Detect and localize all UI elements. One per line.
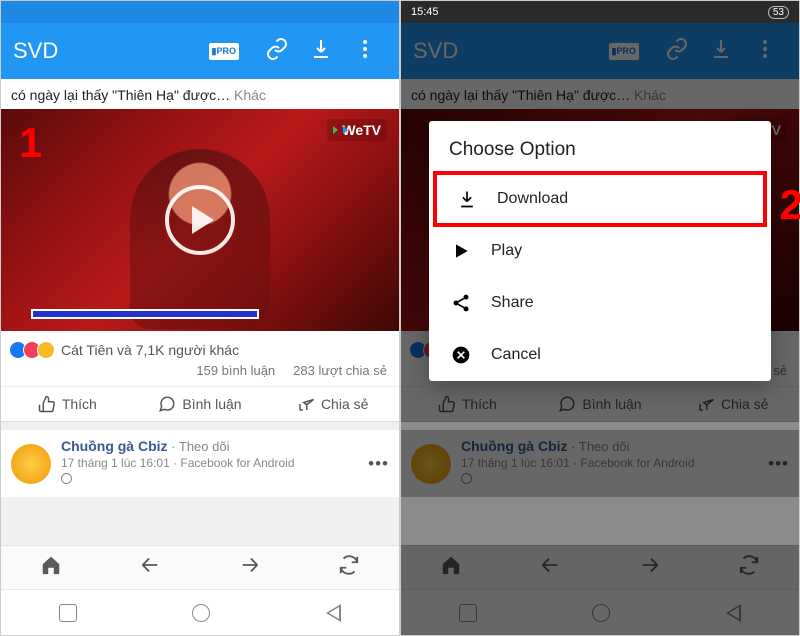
globe-icon bbox=[61, 473, 72, 484]
step-annotation-2: 2 bbox=[780, 181, 800, 229]
next-post-header[interactable]: Chuồng gà Cbiz · Theo dõi 17 tháng 1 lúc… bbox=[1, 430, 399, 497]
status-time: 15:45 bbox=[411, 6, 439, 18]
video-thumbnail[interactable]: 1 WeTV bbox=[1, 109, 399, 331]
status-bar bbox=[1, 1, 399, 23]
caption-more[interactable]: Khác bbox=[234, 87, 266, 103]
play-option[interactable]: Play bbox=[429, 225, 771, 277]
like-button[interactable]: Thích bbox=[1, 395, 134, 413]
play-icon[interactable] bbox=[165, 185, 235, 255]
post-more-icon[interactable]: ••• bbox=[368, 454, 389, 474]
refresh-icon[interactable] bbox=[338, 554, 360, 581]
download-icon bbox=[457, 189, 477, 209]
author-name[interactable]: Chuồng gà Cbiz bbox=[61, 438, 168, 454]
app-title: SVD bbox=[13, 38, 209, 64]
wetv-watermark: WeTV bbox=[327, 119, 387, 141]
post-timestamp: 17 tháng 1 lúc 16:01 · Facebook for Andr… bbox=[61, 456, 358, 470]
cancel-option[interactable]: Cancel bbox=[429, 329, 771, 381]
action-bar: Thích Bình luận Chia sẻ bbox=[1, 386, 399, 422]
recents-button[interactable] bbox=[59, 604, 77, 622]
menu-dots-icon[interactable] bbox=[343, 31, 387, 72]
share-icon bbox=[451, 293, 471, 313]
reactions-bar: Cát Tiên và 7,1K người khác 159 bình luậ… bbox=[1, 331, 399, 386]
reaction-icons[interactable] bbox=[13, 341, 55, 359]
phone-screen-1: SVD ▮PRO có ngày lại thấy "Thiên Hạ" đượ… bbox=[0, 0, 400, 636]
phone-screen-2: 15:45 53 SVD ▮PRO có ngày lại thấy "Thiê… bbox=[400, 0, 800, 636]
pro-badge[interactable]: ▮PRO bbox=[209, 43, 239, 60]
reaction-count[interactable]: Cát Tiên và 7,1K người khác bbox=[61, 342, 239, 358]
play-icon bbox=[451, 241, 471, 261]
post-caption: có ngày lại thấy "Thiên Hạ" được… Khác bbox=[1, 79, 399, 109]
follow-link[interactable]: Theo dõi bbox=[179, 439, 230, 454]
avatar[interactable] bbox=[11, 444, 51, 484]
choose-option-dialog: Choose Option Download Play Share Cancel bbox=[429, 121, 771, 381]
cancel-icon bbox=[451, 345, 471, 365]
status-bar: 15:45 53 bbox=[401, 1, 799, 23]
browser-nav bbox=[1, 545, 399, 589]
link-icon[interactable] bbox=[255, 31, 299, 72]
video-progress-bar bbox=[31, 309, 259, 319]
comment-button[interactable]: Bình luận bbox=[134, 395, 267, 413]
home-button[interactable] bbox=[192, 604, 210, 622]
forward-icon[interactable] bbox=[239, 554, 261, 581]
dialog-title: Choose Option bbox=[429, 121, 771, 173]
battery-level: 53 bbox=[768, 6, 789, 19]
back-icon[interactable] bbox=[139, 554, 161, 581]
share-option[interactable]: Share bbox=[429, 277, 771, 329]
comment-count[interactable]: 159 bình luận bbox=[196, 363, 275, 378]
system-nav bbox=[1, 589, 399, 635]
share-count[interactable]: 283 lượt chia sẻ bbox=[293, 363, 387, 378]
step-annotation-1: 1 bbox=[19, 119, 42, 167]
download-option[interactable]: Download bbox=[435, 173, 765, 225]
app-toolbar: SVD ▮PRO bbox=[1, 23, 399, 79]
home-icon[interactable] bbox=[40, 554, 62, 581]
back-button[interactable] bbox=[326, 604, 341, 622]
download-icon[interactable] bbox=[299, 31, 343, 72]
share-button[interactable]: Chia sẻ bbox=[266, 395, 399, 413]
